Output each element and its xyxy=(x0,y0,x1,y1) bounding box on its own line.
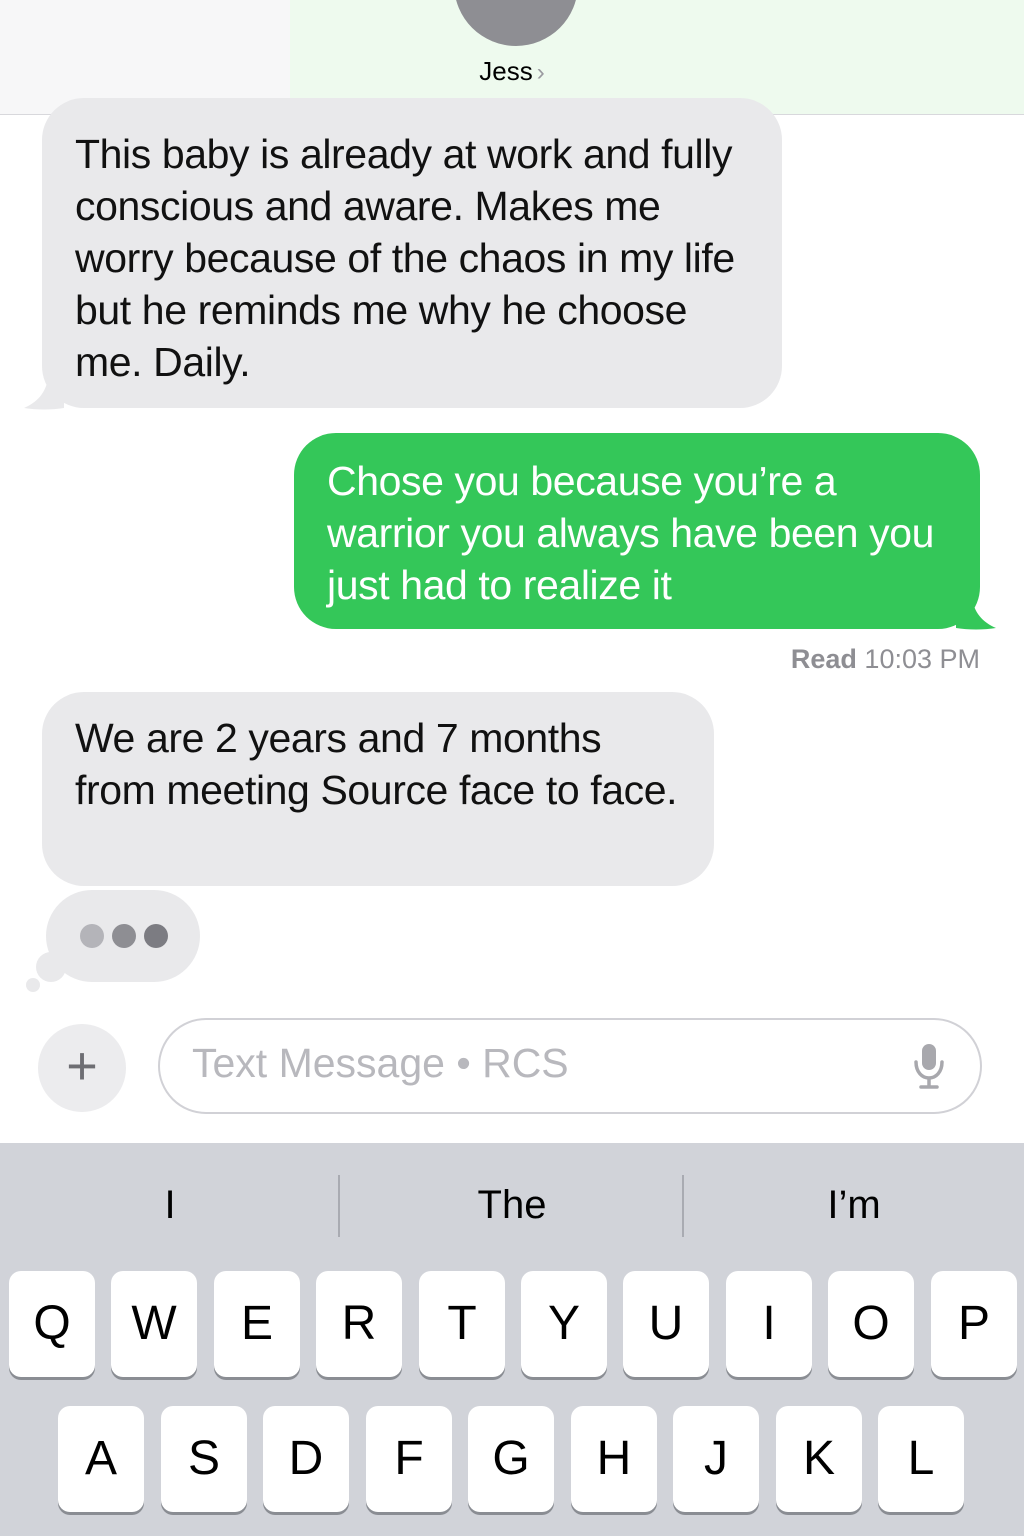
incoming-message[interactable]: This baby is already at work and fully c… xyxy=(42,98,782,408)
key-r[interactable]: R xyxy=(316,1271,402,1377)
key-f[interactable]: F xyxy=(366,1406,452,1512)
contact-name-row[interactable]: Jess › xyxy=(0,56,1024,87)
suggestion-divider xyxy=(338,1175,340,1237)
key-q[interactable]: Q xyxy=(9,1271,95,1377)
key-h[interactable]: H xyxy=(571,1406,657,1512)
typing-indicator-icon xyxy=(46,890,200,982)
outgoing-message[interactable]: Chose you because you’re a warrior you a… xyxy=(294,433,980,629)
plus-icon[interactable]: + xyxy=(38,1024,126,1112)
key-d[interactable]: D xyxy=(263,1406,349,1512)
message-input-placeholder: Text Message • RCS xyxy=(192,1040,569,1086)
incoming-bubble-tail xyxy=(24,378,64,410)
contact-name[interactable]: Jess xyxy=(479,56,532,86)
suggestion-3[interactable]: I’m xyxy=(684,1183,1024,1228)
suggestion-1[interactable]: I xyxy=(0,1183,340,1228)
key-j[interactable]: J xyxy=(673,1406,759,1512)
key-i[interactable]: I xyxy=(726,1271,812,1377)
message-text: We are 2 years and 7 months from meeting… xyxy=(75,715,678,813)
key-g[interactable]: G xyxy=(468,1406,554,1512)
message-text: Chose you because you’re a warrior you a… xyxy=(327,458,935,608)
read-receipt: Read 10:03 PM xyxy=(791,644,980,675)
key-u[interactable]: U xyxy=(623,1271,709,1377)
suggestion-2[interactable]: The xyxy=(342,1183,682,1228)
typing-dot xyxy=(144,924,168,948)
key-p[interactable]: P xyxy=(931,1271,1017,1377)
typing-dot xyxy=(80,924,104,948)
outgoing-bubble-tail xyxy=(956,598,996,630)
typing-bubble-tail-small xyxy=(26,978,40,992)
key-a[interactable]: A xyxy=(58,1406,144,1512)
typing-dot xyxy=(112,924,136,948)
chevron-right-icon[interactable]: › xyxy=(537,59,545,86)
microphone-icon[interactable] xyxy=(912,1042,946,1090)
key-k[interactable]: K xyxy=(776,1406,862,1512)
key-l[interactable]: L xyxy=(878,1406,964,1512)
incoming-message[interactable]: We are 2 years and 7 months from meeting… xyxy=(42,692,714,886)
message-input[interactable]: Text Message • RCS xyxy=(158,1018,982,1114)
key-o[interactable]: O xyxy=(828,1271,914,1377)
read-time: 10:03 PM xyxy=(864,644,980,674)
read-label: Read xyxy=(790,644,857,674)
message-text: This baby is already at work and fully c… xyxy=(75,131,735,385)
key-y[interactable]: Y xyxy=(521,1271,607,1377)
key-e[interactable]: E xyxy=(214,1271,300,1377)
keyboard: I The I’m Q W E R T Y U I O P A S D F G … xyxy=(0,1143,1024,1536)
key-t[interactable]: T xyxy=(419,1271,505,1377)
key-s[interactable]: S xyxy=(161,1406,247,1512)
key-w[interactable]: W xyxy=(111,1271,197,1377)
